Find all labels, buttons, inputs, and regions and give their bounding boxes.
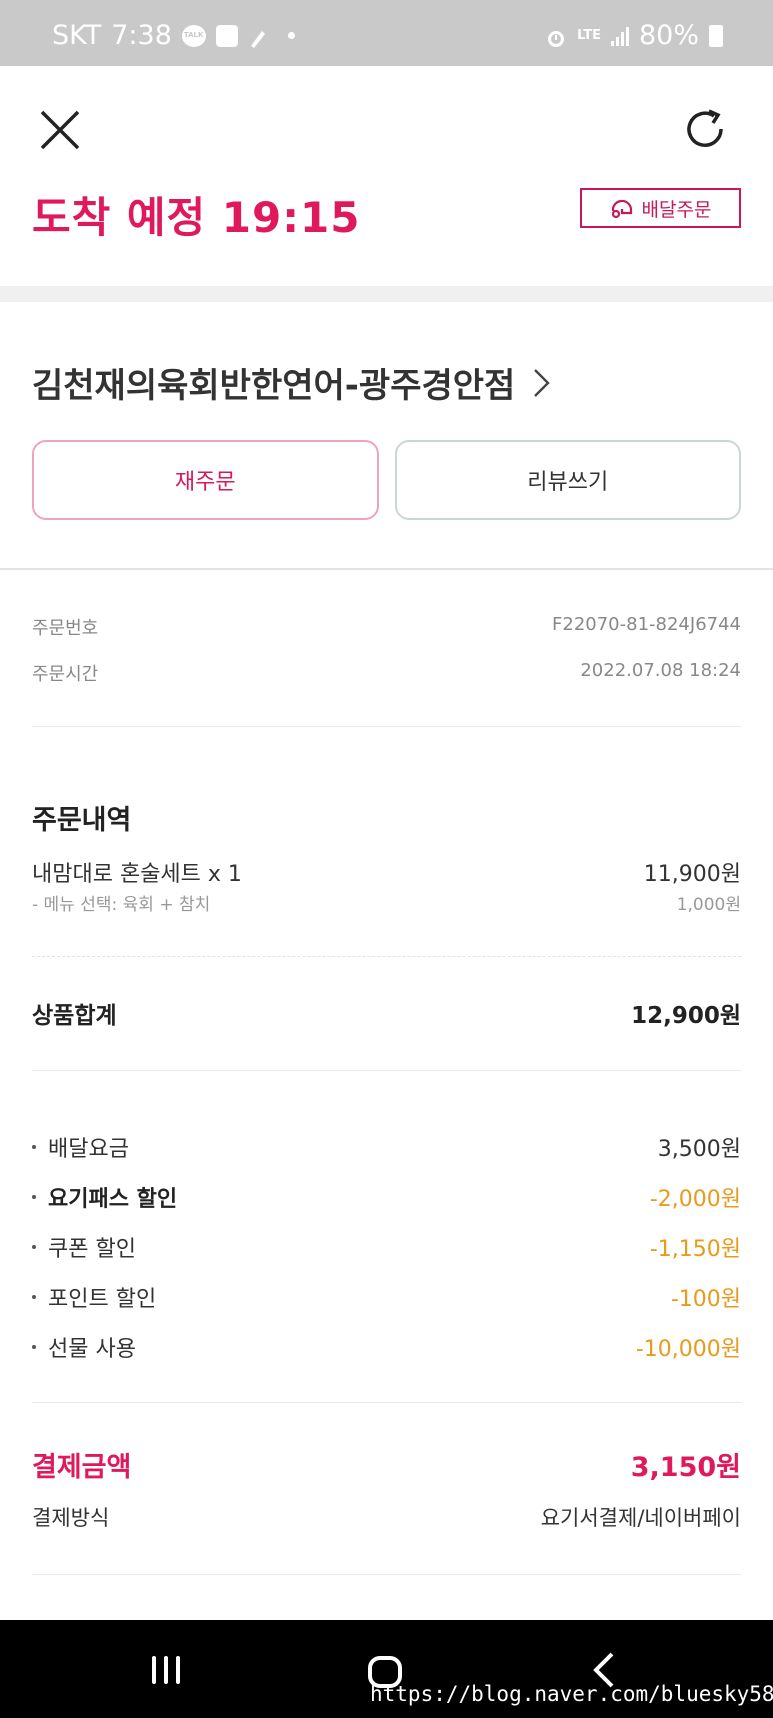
order-number-row: 주문번호 F22070-81-824J6744 [32,614,741,640]
helmet-icon [611,199,632,219]
payment-amount-value: 3,150원 [630,1452,741,1483]
item-price: 11,900원 [643,862,741,887]
close-button[interactable] [36,106,84,154]
order-time-value: 2022.07.08 18:24 [580,660,741,681]
order-number-label: 주문번호 [32,618,99,639]
fee-row: 쿠폰 할인 -1,150원 [32,1231,741,1263]
refresh-button[interactable] [680,104,730,154]
payment-method-row: 결제방식 요기서결제/네이버페이 [32,1502,741,1532]
fee-label: 선물 사용 [48,1337,136,1362]
bullet-icon [32,1345,36,1349]
bullet-icon [32,1295,36,1299]
store-actions: 재주문 리뷰쓰기 [32,440,741,520]
fee-label: 쿠폰 할인 [48,1237,136,1262]
payment-amount-row: 결제금액 3,150원 [32,1445,741,1484]
talk-icon: TALK [181,24,206,47]
bullet-icon [32,1195,36,1199]
section-divider [0,286,773,302]
status-right: LTE 80% [545,20,723,51]
order-number-value: F22070-81-824J6744 [552,614,741,635]
chevron-right-icon [534,368,551,397]
fee-value: -2,000원 [649,1187,741,1212]
subtotal-row: 상품합계 12,900원 [32,996,741,1030]
delivery-badge-label: 배달주문 [641,198,712,221]
fee-row: 배달요금 3,500원 [32,1131,741,1163]
alarm-icon [545,25,567,47]
talk-icon-label: TALK [183,30,204,39]
item-name: 내맘대로 혼술세트 x 1 [32,862,242,887]
store-link[interactable]: 김천재의육회반한연어-광주경안점 [32,358,551,407]
close-icon [40,110,80,150]
subtotal-value: 12,900원 [631,1003,741,1029]
fee-label: 포인트 할인 [48,1287,157,1312]
fee-value: -100원 [670,1287,741,1312]
fee-row: 선물 사용 -10,000원 [32,1331,741,1363]
divider [32,1402,741,1403]
pen-icon [248,25,268,48]
payment-amount-label: 결제금액 [32,1452,132,1483]
divider [32,726,741,727]
battery-icon [709,24,723,47]
divider [32,1574,741,1575]
system-nav-bar: https://blog.naver.com/bluesky5867 [0,1620,773,1718]
fee-row: 요기패스 할인 -2,000원 [32,1181,741,1213]
payment-method-value: 요기서결제/네이버페이 [540,1506,741,1530]
item-option-price: 1,000원 [676,895,741,915]
fee-row: 포인트 할인 -100원 [32,1281,741,1313]
recent-apps-button[interactable] [152,1656,180,1684]
battery-level: 80% [638,20,699,51]
gallery-icon [215,24,238,47]
arrival-eta: 도착 예정 19:15 [32,193,361,242]
divider [0,568,773,570]
fee-value: 3,500원 [657,1137,741,1162]
fee-label: 배달요금 [48,1137,129,1162]
divider [32,1070,741,1071]
order-header: 도착 예정 19:15 배달주문 [0,66,773,286]
fee-value: -1,150원 [649,1237,741,1262]
order-time-label: 주문시간 [32,664,99,685]
fee-value: -10,000원 [635,1337,741,1362]
order-item-option: - 메뉴 선택: 육회 + 참치 1,000원 [32,890,741,915]
delivery-order-badge[interactable]: 배달주문 [580,188,741,228]
write-review-button[interactable]: 리뷰쓰기 [394,440,741,520]
signal-icon [610,26,629,46]
fee-label: 요기패스 할인 [48,1187,178,1212]
store-name: 김천재의육회반한연어-광주경안점 [32,366,516,406]
order-item: 내맘대로 혼술세트 x 1 11,900원 [32,856,741,888]
subtotal-label: 상품합계 [32,1003,117,1029]
notification-dot [287,32,295,39]
reorder-button[interactable]: 재주문 [32,440,379,520]
refresh-icon [687,109,723,147]
item-option: - 메뉴 선택: 육회 + 참치 [32,895,211,915]
divider [32,956,741,957]
status-left: SKT 7:38 TALK [52,20,295,51]
watermark-url: https://blog.naver.com/bluesky5867 [370,1682,773,1706]
lte-icon: LTE [577,27,601,43]
order-time-row: 주문시간 2022.07.08 18:24 [32,660,741,686]
order-details-title: 주문내역 [32,805,132,836]
clock: 7:38 [111,20,172,51]
payment-method-label: 결제방식 [32,1506,110,1530]
bullet-icon [32,1245,36,1249]
carrier-label: SKT [52,20,102,51]
bullet-icon [32,1145,36,1149]
status-bar: SKT 7:38 TALK LTE 80% [0,0,773,66]
